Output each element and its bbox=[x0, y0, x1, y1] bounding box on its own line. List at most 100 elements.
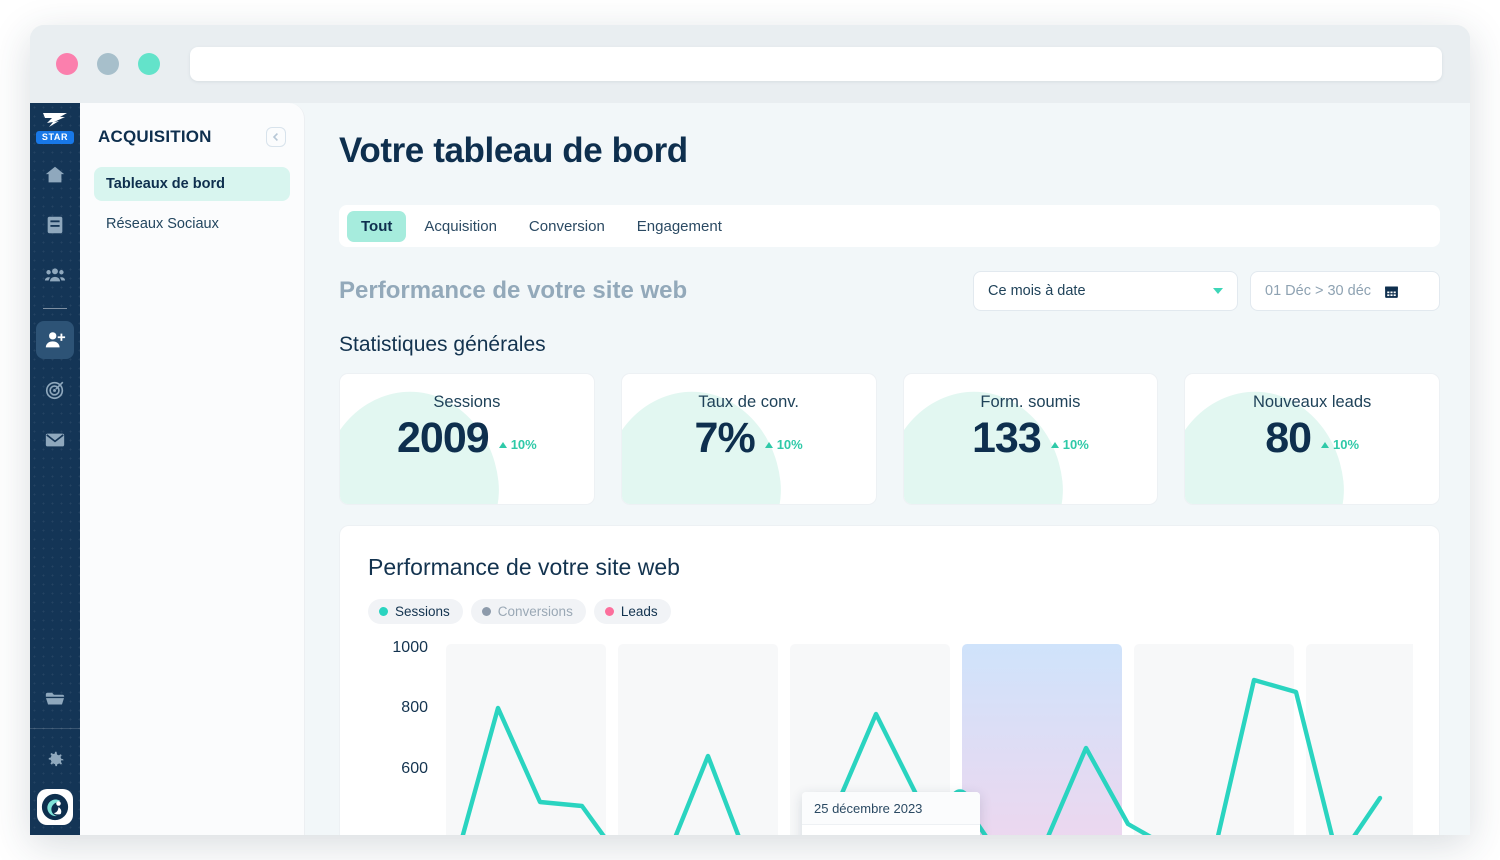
stat-row: 7% 10% bbox=[622, 414, 876, 462]
browser-titlebar bbox=[30, 25, 1470, 103]
stat-delta-value: 10% bbox=[776, 437, 803, 453]
book-icon bbox=[47, 216, 63, 234]
gear-icon bbox=[48, 751, 64, 767]
trend-up-icon bbox=[1050, 441, 1059, 448]
tooltip-date: 25 décembre 2023 bbox=[802, 792, 980, 824]
trend-up-icon bbox=[1321, 441, 1330, 448]
envelope-icon bbox=[45, 433, 65, 447]
traffic-lights bbox=[56, 53, 160, 75]
calendar-icon bbox=[1385, 286, 1398, 298]
close-window-button[interactable] bbox=[56, 53, 78, 75]
tooltip-series-label: Sessions bbox=[829, 833, 888, 835]
date-range-picker[interactable]: 01 Déc > 30 déc bbox=[1250, 271, 1440, 311]
sidebar-item-campaigns[interactable] bbox=[36, 371, 74, 409]
stat-delta-value: 10% bbox=[1333, 437, 1360, 453]
sidebar-item-acquisition[interactable] bbox=[36, 321, 74, 359]
tooltip-series-row: Sessions 7 000 bbox=[802, 824, 980, 835]
y-tick-800: 800 bbox=[401, 699, 428, 716]
date-range-value: 01 Déc > 30 déc bbox=[1265, 283, 1372, 299]
sidebar-item-contacts[interactable] bbox=[36, 256, 74, 294]
legend-label: Sessions bbox=[395, 604, 450, 619]
sidebar-item-tableaux-de-bord[interactable]: Tableaux de bord bbox=[94, 167, 290, 201]
sidebar-header: ACQUISITION bbox=[94, 121, 290, 147]
tab-tout[interactable]: Tout bbox=[347, 210, 407, 242]
chart-band bbox=[1134, 644, 1294, 835]
stat-delta: 10% bbox=[1050, 437, 1089, 453]
sidebar-item-files[interactable] bbox=[36, 680, 74, 718]
stat-value: 7% bbox=[694, 414, 756, 462]
chart-legend: Sessions Conversions Leads bbox=[368, 599, 1413, 624]
chart-tooltip: 25 décembre 2023 Sessions 7 000 bbox=[802, 792, 980, 835]
collapse-sidebar-button[interactable] bbox=[266, 127, 286, 147]
stat-delta-value: 10% bbox=[1062, 437, 1089, 453]
add-person-icon bbox=[45, 332, 66, 348]
chart-title: Performance de votre site web bbox=[368, 554, 680, 580]
browser-window: STAR ACQUISITION Tableaux de bord Réseau… bbox=[30, 25, 1470, 835]
tornado-icon bbox=[42, 113, 67, 127]
section-row: Performance de votre site web Ce mois à … bbox=[339, 271, 1440, 311]
chevron-down-icon bbox=[1213, 288, 1223, 294]
legend-dot-conversions bbox=[481, 607, 491, 616]
stat-value: 2009 bbox=[397, 414, 490, 462]
stat-label: Taux de conv. bbox=[698, 393, 799, 411]
stat-card-form-soumis[interactable]: Form. soumis 133 10% bbox=[902, 373, 1159, 505]
tab-acquisition[interactable]: Acquisition bbox=[410, 211, 511, 242]
chart-panel: Performance de votre site web Sessions C… bbox=[339, 525, 1440, 835]
rail-divider-bottom bbox=[30, 728, 80, 729]
sidebar-item-library[interactable] bbox=[36, 206, 74, 244]
stat-label: Sessions bbox=[433, 393, 501, 411]
maximize-window-button[interactable] bbox=[138, 53, 160, 75]
app-body: STAR ACQUISITION Tableaux de bord Réseau… bbox=[30, 103, 1470, 835]
target-icon bbox=[45, 381, 64, 400]
brand-logo[interactable]: STAR bbox=[35, 111, 75, 144]
star-badge: STAR bbox=[35, 131, 75, 144]
minimize-window-button[interactable] bbox=[97, 53, 119, 75]
chart-band bbox=[1306, 644, 1413, 835]
legend-dot-leads bbox=[604, 607, 614, 616]
folder-icon bbox=[45, 692, 65, 705]
sidebar-title: ACQUISITION bbox=[98, 127, 212, 146]
tabs-bar: Tout Acquisition Conversion Engagement bbox=[339, 205, 1440, 247]
stat-label: Nouveaux leads bbox=[1252, 393, 1372, 411]
stat-cards: Sessions 2009 10% Taux de conv. 7% 10% F… bbox=[339, 373, 1440, 505]
rail-separator bbox=[43, 308, 67, 309]
stat-delta: 10% bbox=[764, 437, 803, 453]
tab-engagement[interactable]: Engagement bbox=[623, 211, 736, 242]
sidebar-item-settings[interactable] bbox=[36, 741, 74, 779]
tab-conversion[interactable]: Conversion bbox=[515, 211, 619, 242]
section-title: Performance de votre site web bbox=[339, 277, 688, 304]
period-select-value: Ce mois à date bbox=[988, 283, 1086, 299]
sidebar-item-home[interactable] bbox=[36, 156, 74, 194]
sidebar-item-reseaux-sociaux[interactable]: Réseaux Sociaux bbox=[94, 207, 290, 241]
stat-row: 2009 10% bbox=[340, 414, 594, 462]
y-tick-600: 600 bbox=[401, 760, 428, 777]
stat-label: Form. soumis bbox=[980, 393, 1081, 411]
trend-up-icon bbox=[764, 441, 773, 448]
stat-card-nouveaux-leads[interactable]: Nouveaux leads 80 10% bbox=[1184, 373, 1440, 505]
sidebar-item-emails[interactable] bbox=[36, 421, 74, 459]
tooltip-series-value: 7 000 bbox=[895, 833, 929, 835]
period-select[interactable]: Ce mois à date bbox=[973, 271, 1238, 311]
stat-row: 80 10% bbox=[1185, 415, 1439, 461]
trend-up-icon bbox=[498, 441, 507, 448]
chart-band-highlighted bbox=[962, 644, 1122, 835]
legend-chip-sessions[interactable]: Sessions bbox=[368, 599, 463, 624]
stat-row: 133 10% bbox=[904, 414, 1158, 462]
stats-heading: Statistiques générales bbox=[339, 333, 546, 356]
legend-chip-leads[interactable]: Leads bbox=[593, 599, 671, 624]
page-title: Votre tableau de bord bbox=[339, 131, 688, 170]
stat-delta: 10% bbox=[498, 437, 537, 453]
avatar[interactable] bbox=[37, 789, 73, 825]
legend-chip-conversions[interactable]: Conversions bbox=[470, 599, 586, 624]
stat-card-sessions[interactable]: Sessions 2009 10% bbox=[339, 373, 595, 505]
stat-delta-value: 10% bbox=[510, 437, 537, 453]
secondary-sidebar: ACQUISITION Tableaux de bord Réseaux Soc… bbox=[80, 103, 305, 835]
y-tick-1000: 1000 bbox=[392, 639, 428, 656]
plot-area: 1000 800 600 25 décembre 2023 bbox=[368, 638, 1413, 835]
sidebar-nav: Tableaux de bord Réseaux Sociaux bbox=[94, 167, 290, 241]
stat-card-taux-de-conv[interactable]: Taux de conv. 7% 10% bbox=[620, 373, 877, 505]
account-avatar-icon bbox=[41, 793, 69, 821]
people-icon bbox=[44, 268, 66, 282]
stat-value: 133 bbox=[971, 414, 1042, 462]
url-bar[interactable] bbox=[190, 47, 1442, 81]
